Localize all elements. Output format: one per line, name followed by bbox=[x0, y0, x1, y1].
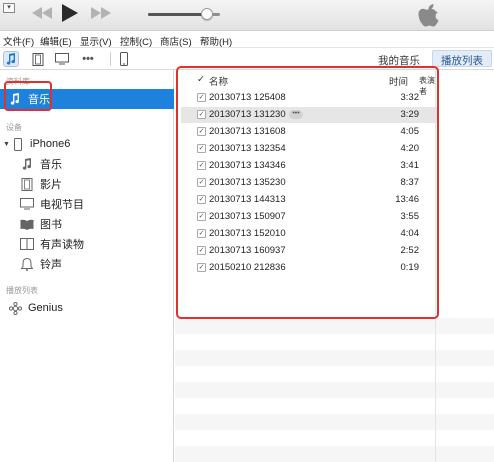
tv-icon bbox=[20, 197, 34, 211]
play-button[interactable] bbox=[62, 4, 78, 22]
film-icon bbox=[32, 52, 44, 66]
next-track-button[interactable] bbox=[91, 7, 111, 19]
sidebar-item-movies[interactable]: 影片 bbox=[0, 174, 174, 194]
menu-help[interactable]: 帮助(H) bbox=[200, 34, 232, 48]
sidebar-item-label: 图书 bbox=[40, 219, 62, 231]
sidebar-item-books[interactable]: 图书 bbox=[0, 214, 174, 234]
devices-section-title: 设备 bbox=[6, 123, 22, 132]
volume-knob[interactable] bbox=[201, 8, 214, 20]
sidebar: 资料库 音乐 设备 ▼ iPhone6 音乐 影片 电视节目 图书 有声读物 铃… bbox=[0, 70, 174, 462]
bell-icon bbox=[20, 257, 34, 271]
disclosure-triangle-icon[interactable]: ▼ bbox=[3, 141, 11, 148]
player-bar: ▾ bbox=[0, 0, 494, 31]
playlists-section-title: 播放列表 bbox=[6, 286, 38, 295]
music-library-button[interactable] bbox=[3, 51, 19, 67]
movies-button[interactable] bbox=[30, 51, 46, 67]
song-list-highlight-frame bbox=[176, 66, 439, 319]
play-icon bbox=[62, 4, 78, 22]
sidebar-item-ringtones[interactable]: 铃声 bbox=[0, 254, 174, 274]
sidebar-item-tv-shows[interactable]: 电视节目 bbox=[0, 194, 174, 214]
book-icon bbox=[20, 217, 34, 231]
volume-level-fill bbox=[148, 13, 208, 16]
more-button[interactable]: ••• bbox=[80, 51, 96, 67]
iphone-icon bbox=[120, 52, 128, 66]
tv-icon bbox=[55, 53, 69, 65]
iphone-icon bbox=[11, 137, 25, 151]
sidebar-item-label: 有声读物 bbox=[40, 239, 84, 251]
genius-icon bbox=[8, 301, 22, 315]
sidebar-item-label: Genius bbox=[28, 302, 63, 314]
sidebar-item-device-music[interactable]: 音乐 bbox=[0, 154, 174, 174]
music-note-icon bbox=[20, 157, 34, 171]
menu-store[interactable]: 商店(S) bbox=[160, 34, 192, 48]
window-menu-icon[interactable]: ▾ bbox=[3, 3, 15, 13]
sidebar-item-audiobooks[interactable]: 有声读物 bbox=[0, 234, 174, 254]
empty-list-area bbox=[175, 302, 494, 462]
fast-forward-icon bbox=[91, 7, 111, 19]
sidebar-item-genius[interactable]: Genius bbox=[0, 298, 174, 318]
tv-shows-button[interactable] bbox=[54, 51, 70, 67]
apple-logo-icon bbox=[418, 4, 440, 31]
music-note-icon bbox=[6, 53, 16, 65]
rewind-icon bbox=[32, 7, 52, 19]
audiobook-icon bbox=[20, 237, 34, 251]
menu-view[interactable]: 显示(V) bbox=[80, 34, 112, 48]
menu-edit[interactable]: 编辑(E) bbox=[40, 34, 72, 48]
sidebar-device-iphone[interactable]: ▼ iPhone6 bbox=[0, 134, 174, 154]
device-name: iPhone6 bbox=[30, 138, 71, 150]
volume-slider[interactable] bbox=[148, 8, 220, 20]
previous-track-button[interactable] bbox=[32, 7, 52, 19]
film-icon bbox=[20, 177, 34, 191]
device-button[interactable] bbox=[116, 51, 132, 67]
toolbar-divider bbox=[110, 52, 111, 66]
tab-playlists[interactable]: 播放列表 bbox=[432, 50, 492, 67]
sidebar-item-label: 电视节目 bbox=[40, 199, 84, 211]
sidebar-highlight-frame bbox=[4, 81, 52, 111]
menu-bar: 文件(F) 编辑(E) 显示(V) 控制(C) 商店(S) 帮助(H) bbox=[0, 31, 494, 48]
menu-controls[interactable]: 控制(C) bbox=[120, 34, 152, 48]
sidebar-item-label: 铃声 bbox=[40, 259, 62, 271]
menu-file[interactable]: 文件(F) bbox=[3, 34, 34, 48]
sidebar-item-label: 音乐 bbox=[40, 159, 62, 171]
sidebar-item-label: 影片 bbox=[40, 179, 62, 191]
